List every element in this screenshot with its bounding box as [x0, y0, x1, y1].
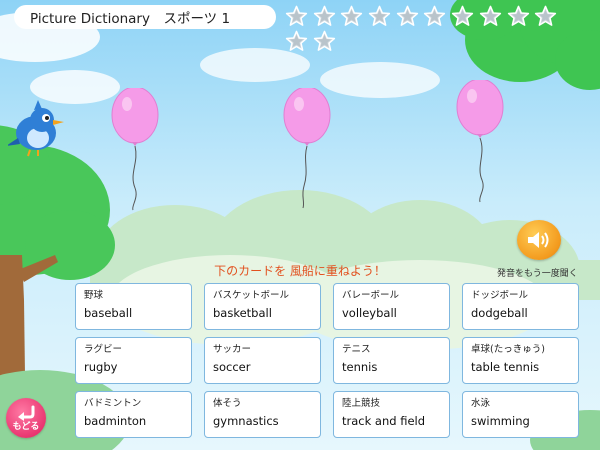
title-bar: Picture Dictionary スポーツ 1	[14, 5, 276, 29]
word-card-english: soccer	[213, 360, 251, 374]
word-card-english: badminton	[84, 414, 147, 428]
replay-sound-button[interactable]	[517, 220, 561, 260]
star-icon	[285, 5, 308, 26]
word-card[interactable]: バドミントン badminton	[75, 391, 192, 438]
word-card-english: swimming	[471, 414, 530, 428]
star-icon	[396, 5, 418, 26]
speaker-icon	[528, 232, 549, 248]
word-card[interactable]: 水泳 swimming	[462, 391, 579, 438]
word-card-english: dodgeball	[471, 306, 528, 320]
page-title: Picture Dictionary スポーツ 1	[30, 11, 231, 27]
balloon-3[interactable]	[450, 80, 510, 210]
bird-illustration	[8, 100, 64, 157]
star-icon	[341, 5, 363, 26]
back-button[interactable]: もどる	[6, 398, 46, 438]
word-card[interactable]: バスケットボール basketball	[204, 283, 321, 330]
word-card-japanese: 野球	[84, 290, 104, 301]
replay-sound-label: 発音をもう一度聞く	[497, 269, 578, 279]
word-card-japanese: サッカー	[213, 344, 252, 355]
word-card-japanese: ラグビー	[84, 344, 123, 355]
back-label: もどる	[12, 421, 40, 432]
word-card-japanese: 体そう	[213, 398, 242, 409]
star-icon	[285, 30, 308, 51]
word-card[interactable]: 卓球(たっきゅう) table tennis	[462, 337, 579, 384]
word-card-japanese: バスケットボール	[213, 290, 290, 301]
star-icon	[451, 5, 474, 26]
word-card-english: table tennis	[471, 360, 540, 374]
word-card-english: tennis	[342, 360, 378, 374]
word-card-english: track and field	[342, 414, 426, 428]
star-icon	[535, 5, 557, 26]
balloon-2[interactable]	[277, 88, 337, 218]
word-card-japanese: 陸上競技	[342, 398, 381, 409]
word-card[interactable]: ラグビー rugby	[75, 337, 192, 384]
word-card-english: baseball	[84, 306, 133, 320]
word-card[interactable]: ドッジボール dodgeball	[462, 283, 579, 330]
word-card-japanese: 水泳	[471, 398, 491, 409]
word-card[interactable]: 陸上競技 track and field	[333, 391, 450, 438]
word-card-english: volleyball	[342, 306, 397, 320]
balloon-1[interactable]	[105, 88, 165, 218]
word-card[interactable]: 野球 baseball	[75, 283, 192, 330]
star-icon	[507, 5, 529, 26]
word-card[interactable]: 体そう gymnastics	[204, 391, 321, 438]
word-card-japanese: ドッジボール	[471, 290, 529, 301]
word-card-english: basketball	[213, 306, 272, 320]
word-card[interactable]: バレーボール volleyball	[333, 283, 450, 330]
star-icon	[479, 5, 501, 26]
star-icon	[368, 5, 391, 26]
word-card-english: rugby	[84, 360, 118, 374]
word-card-japanese: バレーボール	[342, 290, 400, 301]
progress-stars	[285, 5, 565, 55]
word-card-japanese: テニス	[342, 344, 371, 355]
word-card[interactable]: テニス tennis	[333, 337, 450, 384]
star-icon	[313, 30, 335, 51]
word-card-grid: 野球 baseball バスケットボール basketball バレーボール volley…	[75, 283, 583, 441]
game-stage: Picture Dictionary スポーツ 1 下のカードを 風船に重ねよう…	[0, 0, 600, 450]
star-icon	[424, 5, 446, 26]
star-icon	[313, 5, 335, 26]
word-card-english: gymnastics	[213, 414, 279, 428]
word-card-japanese: バドミントン	[84, 398, 142, 409]
word-card[interactable]: サッカー soccer	[204, 337, 321, 384]
word-card-japanese: 卓球(たっきゅう)	[471, 344, 545, 355]
